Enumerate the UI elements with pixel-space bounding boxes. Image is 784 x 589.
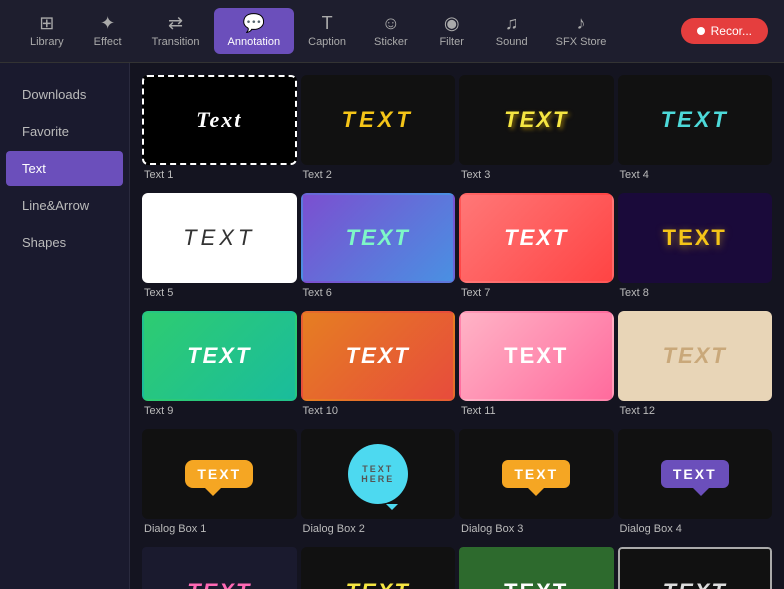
sidebar-item-linearrow[interactable]: Line&Arrow — [6, 188, 123, 223]
nav-sound[interactable]: ♫ Sound — [482, 8, 542, 54]
thumb-text10: TEXT — [301, 311, 456, 401]
caption-icon: T — [322, 14, 333, 32]
nav-caption-label: Caption — [308, 36, 346, 48]
grid-item-text4[interactable]: TEXT Text 4 — [618, 75, 773, 189]
record-label: Recor... — [711, 24, 752, 38]
thumb-text5: TEXT — [142, 193, 297, 283]
nav-transition[interactable]: ⇄ Transition — [138, 8, 214, 54]
main-content: Downloads Favorite Text Line&Arrow Shape… — [0, 63, 784, 589]
sidebar-item-downloads[interactable]: Downloads — [6, 77, 123, 112]
nav-sfx[interactable]: ♪ SFX Store — [542, 8, 621, 54]
sidebar-item-shapes[interactable]: Shapes — [6, 225, 123, 260]
label-db3: Dialog Box 3 — [459, 519, 614, 543]
grid-item-db5[interactable]: TEXT Dialog Box 5 — [142, 547, 297, 589]
grid-item-db7[interactable]: TEXT Dialog Box 7 — [459, 547, 614, 589]
label-text10: Text 10 — [301, 401, 456, 425]
grid-item-text2[interactable]: TEXT Text 2 — [301, 75, 456, 189]
sidebar: Downloads Favorite Text Line&Arrow Shape… — [0, 63, 130, 589]
label-text7: Text 7 — [459, 283, 614, 307]
annotation-icon: 💬 — [243, 14, 265, 32]
label-db2: Dialog Box 2 — [301, 519, 456, 543]
grid-item-text12[interactable]: TEXT Text 12 — [618, 311, 773, 425]
thumb-db6: TEXT — [301, 547, 456, 589]
thumb-db4: TEXT — [618, 429, 773, 519]
nav-effect[interactable]: ✦ Effect — [78, 8, 138, 54]
grid-item-db8[interactable]: TEXT Dialog Box 8 — [618, 547, 773, 589]
nav-caption[interactable]: T Caption — [294, 8, 360, 54]
record-button[interactable]: Recor... — [681, 18, 768, 44]
thumb-db3: TEXT — [459, 429, 614, 519]
thumb-text2: TEXT — [301, 75, 456, 165]
thumb-db5: TEXT — [142, 547, 297, 589]
grid-item-text3[interactable]: TEXT Text 3 — [459, 75, 614, 189]
label-text5: Text 5 — [142, 283, 297, 307]
nav-sticker-label: Sticker — [374, 36, 408, 48]
sidebar-item-text[interactable]: Text — [6, 151, 123, 186]
nav-library[interactable]: ⊞ Library — [16, 8, 78, 54]
nav-effect-label: Effect — [94, 36, 122, 48]
label-text11: Text 11 — [459, 401, 614, 425]
nav-sound-label: Sound — [496, 36, 528, 48]
nav-library-label: Library — [30, 36, 64, 48]
thumb-text1: Text — [142, 75, 297, 165]
sound-icon: ♫ — [505, 14, 519, 32]
nav-transition-label: Transition — [152, 36, 200, 48]
thumb-db2: TEXT HERE — [301, 429, 456, 519]
label-text12: Text 12 — [618, 401, 773, 425]
sidebar-item-favorite[interactable]: Favorite — [6, 114, 123, 149]
grid-item-db2[interactable]: TEXT HERE Dialog Box 2 — [301, 429, 456, 543]
thumb-text8: TEXT — [618, 193, 773, 283]
grid-item-text5[interactable]: TEXT Text 5 — [142, 193, 297, 307]
sticker-icon: ☺ — [382, 14, 400, 32]
label-text1: Text 1 — [142, 165, 297, 189]
nav-sticker[interactable]: ☺ Sticker — [360, 8, 422, 54]
label-db4: Dialog Box 4 — [618, 519, 773, 543]
thumb-db1: TEXT — [142, 429, 297, 519]
nav-sfx-label: SFX Store — [556, 36, 607, 48]
grid-item-db6[interactable]: TEXT Dialog Box 6 — [301, 547, 456, 589]
thumb-text7: TEXT — [459, 193, 614, 283]
label-text6: Text 6 — [301, 283, 456, 307]
effect-icon: ✦ — [100, 14, 115, 32]
thumb-db8: TEXT — [618, 547, 773, 589]
thumb-text4: TEXT — [618, 75, 773, 165]
record-dot — [697, 27, 705, 35]
sfx-icon: ♪ — [577, 14, 586, 32]
label-text4: Text 4 — [618, 165, 773, 189]
grid-item-text9[interactable]: TEXT Text 9 — [142, 311, 297, 425]
grid-item-db3[interactable]: TEXT Dialog Box 3 — [459, 429, 614, 543]
nav-filter[interactable]: ◉ Filter — [422, 8, 482, 54]
label-db1: Dialog Box 1 — [142, 519, 297, 543]
grid-item-text10[interactable]: TEXT Text 10 — [301, 311, 456, 425]
grid-item-text7[interactable]: TEXT Text 7 — [459, 193, 614, 307]
library-icon: ⊞ — [39, 14, 54, 32]
nav-filter-label: Filter — [439, 36, 463, 48]
grid-item-text11[interactable]: TEXT Text 11 — [459, 311, 614, 425]
thumb-db7: TEXT — [459, 547, 614, 589]
label-text9: Text 9 — [142, 401, 297, 425]
thumb-text3: TEXT — [459, 75, 614, 165]
grid-item-text8[interactable]: TEXT Text 8 — [618, 193, 773, 307]
label-text2: Text 2 — [301, 165, 456, 189]
thumb-text6: TEXT — [301, 193, 456, 283]
grid-item-db1[interactable]: TEXT Dialog Box 1 — [142, 429, 297, 543]
top-navigation: ⊞ Library ✦ Effect ⇄ Transition 💬 Annota… — [0, 0, 784, 63]
grid-item-text1[interactable]: Text Text 1 — [142, 75, 297, 189]
thumb-text11: TEXT — [459, 311, 614, 401]
thumb-text12: TEXT — [618, 311, 773, 401]
grid-item-db4[interactable]: TEXT Dialog Box 4 — [618, 429, 773, 543]
items-grid: Text Text 1 TEXT Text 2 TEXT Text 3 — [142, 75, 772, 589]
nav-annotation-label: Annotation — [228, 36, 281, 48]
filter-icon: ◉ — [444, 14, 460, 32]
thumb-text9: TEXT — [142, 311, 297, 401]
grid-item-text6[interactable]: TEXT Text 6 — [301, 193, 456, 307]
grid-area[interactable]: Text Text 1 TEXT Text 2 TEXT Text 3 — [130, 63, 784, 589]
transition-icon: ⇄ — [168, 14, 183, 32]
label-text3: Text 3 — [459, 165, 614, 189]
label-text8: Text 8 — [618, 283, 773, 307]
nav-annotation[interactable]: 💬 Annotation — [214, 8, 295, 54]
